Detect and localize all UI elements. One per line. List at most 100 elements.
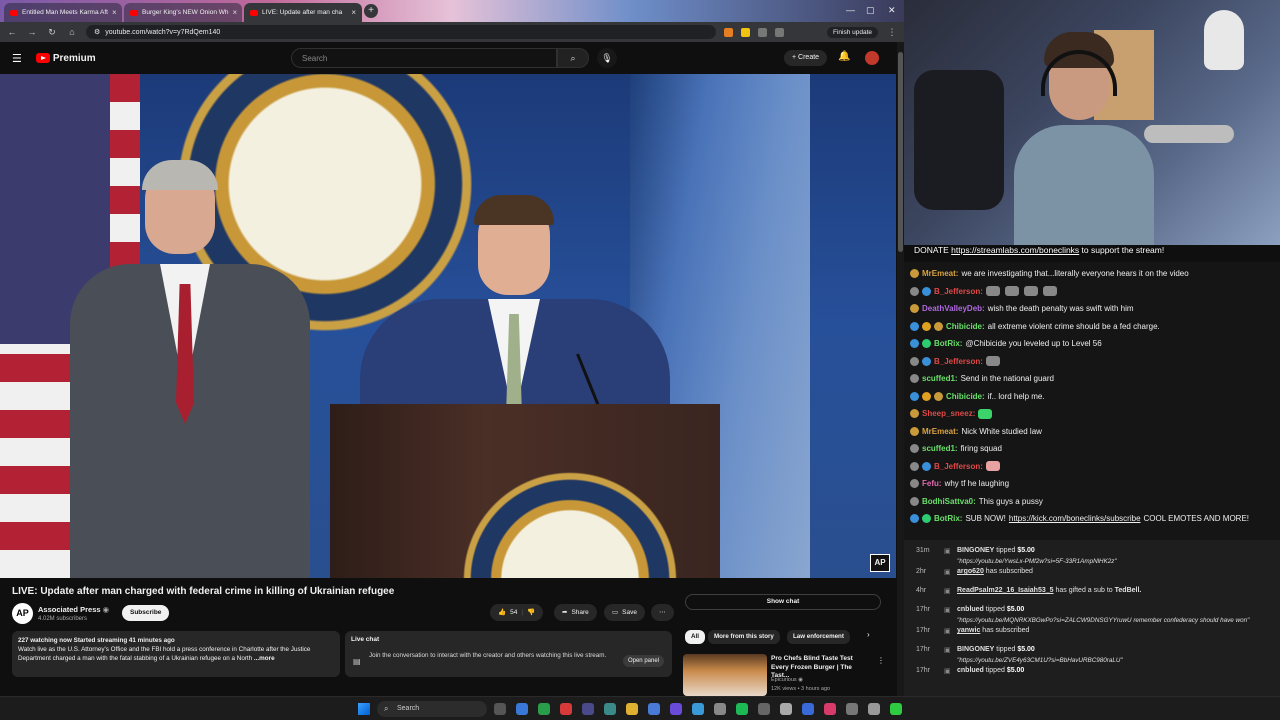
show-chat-button[interactable]: Show chat xyxy=(685,594,881,610)
chat-username[interactable]: MrEmeat: xyxy=(922,427,958,436)
app-icon[interactable] xyxy=(560,703,572,715)
channel-name[interactable]: Associated Press ◉ xyxy=(38,605,109,614)
more-actions-button[interactable]: ⋯ xyxy=(651,604,674,621)
app-icon[interactable] xyxy=(846,703,858,715)
file-explorer-icon[interactable] xyxy=(626,703,638,715)
donate-link[interactable]: https://streamlabs.com/boneclinks xyxy=(951,245,1079,255)
chat-username[interactable]: Sheep_sneez: xyxy=(922,409,975,418)
event-username[interactable]: BINGONEY xyxy=(957,646,994,653)
chat-username[interactable]: BotRix: xyxy=(934,339,962,348)
chat-username[interactable]: BotRix: xyxy=(934,514,962,523)
site-info-icon[interactable]: ⚙ xyxy=(94,28,100,36)
close-window-button[interactable]: ✕ xyxy=(888,5,896,16)
chip-all[interactable]: All xyxy=(685,630,705,644)
thumbs-down-icon[interactable]: 👎 xyxy=(527,604,535,621)
app-icon[interactable] xyxy=(692,703,704,715)
edge-browser-icon[interactable] xyxy=(516,703,528,715)
browser-tab-1[interactable]: Entitled Man Meets Karma Aft × xyxy=(4,3,122,22)
description-box[interactable]: 227 watching now Started streaming 41 mi… xyxy=(12,631,340,677)
chat-username[interactable]: MrEmeat: xyxy=(922,269,958,278)
app-icon[interactable] xyxy=(890,703,902,715)
task-view-icon[interactable] xyxy=(494,703,506,715)
chat-username[interactable]: B_Jefferson: xyxy=(934,357,983,366)
channel-avatar[interactable]: AP xyxy=(12,603,33,624)
address-bar[interactable]: ⚙ youtube.com/watch?v=y7RdQem140 xyxy=(86,25,716,39)
show-more-link[interactable]: ...more xyxy=(254,655,275,662)
app-icon[interactable] xyxy=(714,703,726,715)
browser-menu-icon[interactable]: ⋮ xyxy=(886,27,898,38)
app-icon[interactable] xyxy=(582,703,594,715)
back-arrow-icon[interactable]: ← xyxy=(6,27,18,37)
save-button[interactable]: ▭ Save xyxy=(604,604,645,621)
browser-tab-3[interactable]: LIVE: Update after man cha × xyxy=(244,3,362,22)
notifications-bell-icon[interactable]: 🔔 xyxy=(838,51,850,62)
search-icon[interactable]: ⌕ xyxy=(557,48,589,68)
event-username[interactable]: cnblued xyxy=(957,667,984,674)
recommendation-menu-icon[interactable]: ⋮ xyxy=(877,656,885,665)
maximize-window-button[interactable]: ▢ xyxy=(866,5,875,16)
app-icon[interactable] xyxy=(604,703,616,715)
app-icon[interactable] xyxy=(648,703,660,715)
open-panel-button[interactable]: Open panel xyxy=(622,655,664,667)
event-amount: $5.00 xyxy=(1006,667,1025,674)
share-button[interactable]: ➦ Share xyxy=(554,604,597,621)
app-icon[interactable] xyxy=(780,703,792,715)
chat-username[interactable]: Chibicide: xyxy=(946,322,985,331)
chat-message-link[interactable]: https://kick.com/boneclinks/subscribe xyxy=(1009,514,1141,523)
video-player[interactable]: AP xyxy=(0,74,896,578)
chrome-icon[interactable] xyxy=(538,703,550,715)
create-button[interactable]: + Create xyxy=(784,50,828,66)
extension-icon[interactable] xyxy=(758,27,767,37)
chat-username[interactable]: scuffed1: xyxy=(922,444,958,453)
page-scrollbar[interactable] xyxy=(897,42,904,696)
chip-law-enforcement[interactable]: Law enforcement xyxy=(787,630,850,644)
event-username[interactable]: BINGONEY xyxy=(957,547,994,554)
app-icon[interactable] xyxy=(802,703,814,715)
event-time: 17hr xyxy=(916,606,931,613)
chat-username[interactable]: scuffed1: xyxy=(922,374,958,383)
event-username[interactable]: ReadPsalm22_16_Isaiah53_5 xyxy=(957,587,1054,594)
home-icon[interactable]: ⌂ xyxy=(66,27,78,37)
app-icon[interactable] xyxy=(758,703,770,715)
app-icon[interactable] xyxy=(670,703,682,715)
chat-badge-icon xyxy=(922,514,931,524)
app-icon[interactable] xyxy=(824,703,836,715)
chat-username[interactable]: B_Jefferson: xyxy=(934,287,983,296)
event-username[interactable]: argo620 xyxy=(957,568,984,575)
close-tab-icon[interactable]: × xyxy=(233,8,238,17)
chat-username[interactable]: Fefu: xyxy=(922,479,942,488)
menu-hamburger-icon[interactable]: ☰ xyxy=(12,52,22,65)
chat-username[interactable]: BodhiSattva0: xyxy=(922,497,976,506)
event-username[interactable]: yanwic xyxy=(957,627,980,634)
new-tab-button[interactable]: + xyxy=(364,4,378,18)
search-input[interactable]: Search xyxy=(291,48,557,68)
forward-arrow-icon[interactable]: → xyxy=(26,27,38,37)
extension-icon[interactable] xyxy=(741,27,750,37)
chat-username[interactable]: DeathValleyDeb: xyxy=(922,304,985,313)
close-tab-icon[interactable]: × xyxy=(112,8,117,17)
extensions-puzzle-icon[interactable] xyxy=(775,27,784,37)
taskbar-search-input[interactable]: ⌕ Search xyxy=(377,701,487,717)
reload-icon[interactable]: ↻ xyxy=(46,27,58,38)
chevron-right-icon[interactable]: › xyxy=(867,630,870,639)
app-icon[interactable] xyxy=(868,703,880,715)
microphone-icon[interactable]: 🎙 xyxy=(597,48,617,68)
event-target[interactable]: TedBell. xyxy=(1115,587,1142,594)
event-type-icon: ▣ xyxy=(944,628,951,635)
close-tab-icon[interactable]: × xyxy=(351,8,356,17)
windows-start-icon[interactable] xyxy=(358,703,370,715)
account-avatar[interactable] xyxy=(865,51,879,65)
spotify-icon[interactable] xyxy=(736,703,748,715)
finish-update-button[interactable]: Finish update xyxy=(826,26,878,38)
chat-username[interactable]: Chibicide: xyxy=(946,392,985,401)
browser-tab-2[interactable]: Burger King's NEW Onion Wh × xyxy=(124,3,242,22)
recommendation-thumbnail[interactable] xyxy=(683,654,767,696)
chat-username[interactable]: B_Jefferson: xyxy=(934,462,983,471)
minimize-window-button[interactable]: — xyxy=(846,5,855,15)
extension-icon[interactable] xyxy=(724,27,733,37)
youtube-logo[interactable]: Premium xyxy=(35,53,96,64)
event-username[interactable]: cnblued xyxy=(957,606,984,613)
subscribe-button[interactable]: Subscribe xyxy=(122,605,170,621)
like-button[interactable]: 👍 54 | 👎 xyxy=(490,604,544,621)
chip-more-from-this-story[interactable]: More from this story xyxy=(708,630,780,644)
